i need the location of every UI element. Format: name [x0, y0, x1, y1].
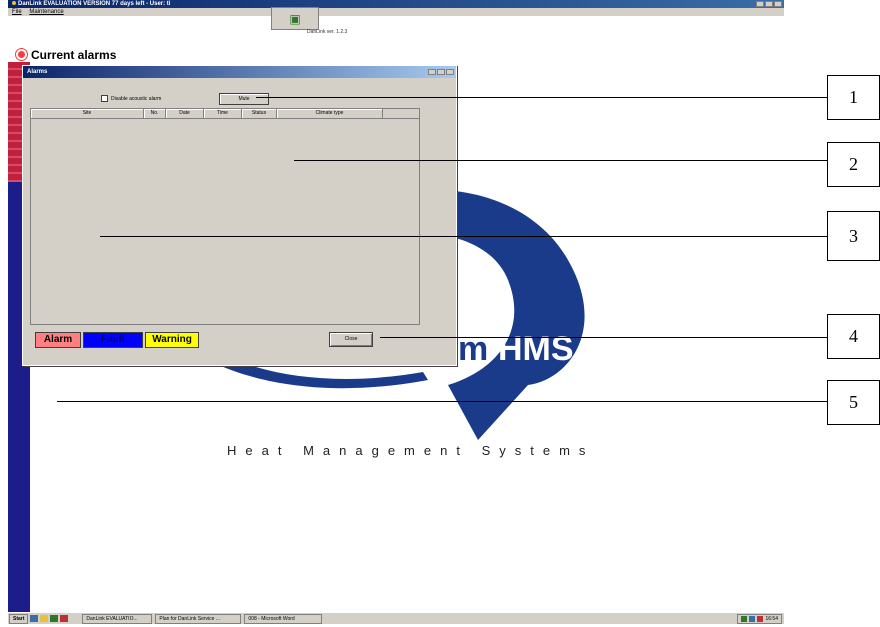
start-button[interactable]: Start: [9, 613, 29, 624]
alarms-window-controls: [428, 69, 454, 75]
column-site[interactable]: Site: [31, 109, 144, 118]
callout-line-2: [294, 160, 827, 161]
legend-warning: Warning: [145, 332, 199, 348]
callout-1: 1: [827, 75, 880, 120]
minimize-icon[interactable]: [428, 69, 436, 75]
callout-line-5: [57, 401, 827, 402]
alarms-title: Alarms: [27, 69, 48, 75]
desktop-screen: HMS m Heat Management Systems DanLink EV…: [8, 0, 784, 624]
tray-app-icon[interactable]: [757, 616, 764, 622]
task-word[interactable]: 008 - Microsoft Word: [244, 613, 323, 624]
disable-acoustic-checkbox[interactable]: [101, 95, 108, 102]
mute-button[interactable]: Mute: [219, 93, 269, 105]
page-title: Current alarms: [31, 48, 117, 62]
callout-line-3: [100, 236, 827, 237]
callout-line-4: [380, 337, 827, 338]
close-button[interactable]: Close: [329, 332, 373, 347]
close-icon[interactable]: [774, 1, 782, 7]
close-icon[interactable]: [446, 69, 454, 75]
app-window-controls: [756, 1, 782, 7]
column-status[interactable]: Status: [242, 109, 277, 118]
app-icon: [12, 1, 16, 6]
callout-4: 4: [827, 314, 880, 359]
column-date[interactable]: Date: [166, 109, 204, 118]
app-title-bar: DanLink EVALUATION VERSION 77 days left …: [8, 0, 784, 8]
tray-volume-icon[interactable]: [749, 616, 756, 622]
callout-3: 3: [827, 211, 880, 261]
company-name: Heat Management Systems: [227, 443, 595, 458]
taskbar: Start DanLink EVALUATIO... Plan for DanL…: [8, 612, 784, 624]
alarms-dialog: Alarms Disable acoustic alarm Mute Site …: [22, 65, 457, 366]
callout-2: 2: [827, 142, 880, 187]
menu-maintenance[interactable]: Maintenance: [29, 9, 63, 15]
menu-bar: File Maintenance: [8, 8, 784, 16]
legend-fault: Fault: [83, 332, 143, 348]
version-label: DanLink ver. 1.2.3: [307, 29, 348, 35]
menu-file[interactable]: File: [12, 9, 22, 15]
minimize-icon[interactable]: [756, 1, 764, 7]
quicklaunch-media-icon[interactable]: [60, 615, 69, 622]
clock: 16:54: [765, 616, 778, 622]
disable-acoustic-row: Disable acoustic alarm: [101, 95, 161, 102]
column-climate-type[interactable]: Climate type: [277, 109, 383, 118]
quicklaunch-ie-icon[interactable]: [30, 615, 39, 622]
quicklaunch-outlook-icon[interactable]: [40, 615, 49, 622]
disable-acoustic-label: Disable acoustic alarm: [111, 95, 162, 102]
callout-line-1: [256, 97, 827, 98]
alarms-table[interactable]: Site No. Date Time Status Climate type: [30, 108, 420, 325]
column-time[interactable]: Time: [204, 109, 242, 118]
alarms-table-header: Site No. Date Time Status Climate type: [31, 109, 419, 119]
alarms-title-bar: Alarms: [23, 66, 456, 78]
task-plan-doc[interactable]: Plan for DanLink Service ...: [155, 613, 242, 624]
column-no[interactable]: No.: [144, 109, 166, 118]
app-title: DanLink EVALUATION VERSION 77 days left …: [18, 1, 171, 7]
logo-text-m: m: [458, 330, 488, 368]
tray-network-icon[interactable]: [741, 616, 748, 622]
logo-text-hms: HMS: [498, 330, 574, 368]
callout-5: 5: [827, 380, 880, 425]
alarm-indicator-icon: [16, 49, 27, 60]
legend-alarm: Alarm: [35, 332, 81, 348]
task-danlink[interactable]: DanLink EVALUATIO...: [82, 613, 153, 624]
maximize-icon[interactable]: [437, 69, 445, 75]
network-tool-icon[interactable]: ▣: [271, 7, 319, 30]
quicklaunch-desktop-icon[interactable]: [50, 615, 59, 622]
system-tray: 16:54: [737, 614, 782, 624]
maximize-icon[interactable]: [765, 1, 773, 7]
